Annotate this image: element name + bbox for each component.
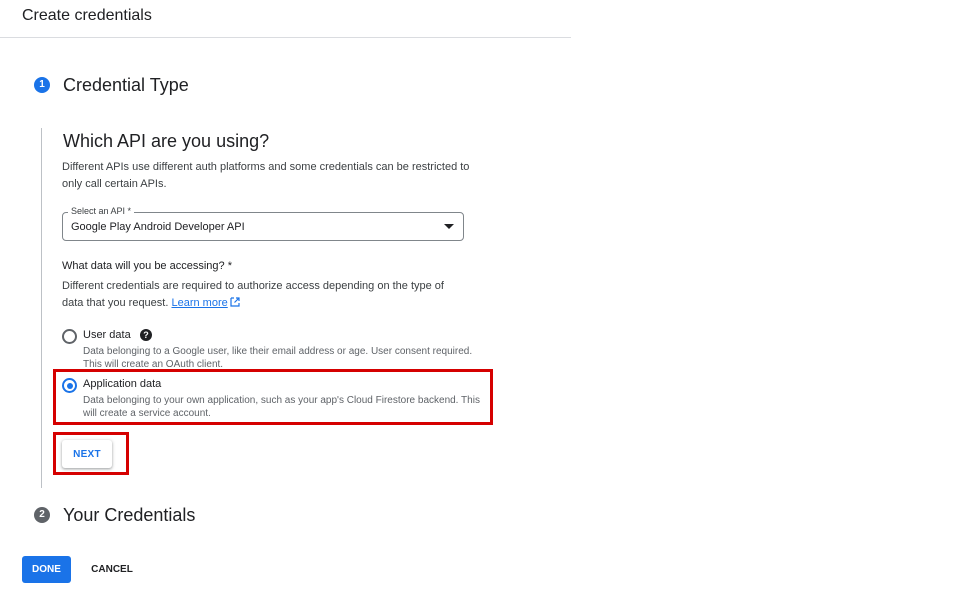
select-api-label: Select an API * bbox=[68, 206, 135, 216]
select-api-value[interactable]: Google Play Android Developer API bbox=[71, 221, 245, 233]
help-icon[interactable]: ? bbox=[140, 329, 152, 341]
user-data-label[interactable]: User data bbox=[83, 329, 131, 341]
cancel-button[interactable]: CANCEL bbox=[84, 556, 140, 583]
api-description: Different APIs use different auth platfo… bbox=[62, 161, 470, 190]
dropdown-arrow-icon[interactable] bbox=[444, 224, 454, 229]
highlight-box-next bbox=[53, 432, 129, 475]
step-1-title: Credential Type bbox=[63, 75, 189, 95]
create-credentials-panel: Create credentials 1 Credential Type Whi… bbox=[0, 0, 571, 616]
page-title: Create credentials bbox=[22, 7, 152, 24]
learn-more-link[interactable]: Learn more bbox=[171, 297, 240, 309]
step-1-number: 1 bbox=[34, 77, 50, 93]
panel-header: Create credentials bbox=[0, 0, 571, 38]
done-button[interactable]: DONE bbox=[22, 556, 71, 583]
step-2-title[interactable]: Your Credentials bbox=[63, 505, 195, 526]
data-access-description-text: Different credentials are required to au… bbox=[62, 280, 444, 309]
learn-more-label: Learn more bbox=[171, 297, 228, 309]
step-connector-line bbox=[41, 128, 42, 488]
external-link-icon bbox=[230, 297, 240, 307]
step-2-number: 2 bbox=[34, 507, 50, 523]
data-access-description: Different credentials are required to au… bbox=[62, 278, 462, 312]
user-data-radio[interactable] bbox=[62, 329, 77, 344]
user-data-description: Data belonging to a Google user, like th… bbox=[83, 346, 473, 369]
data-access-question: What data will you be accessing? * bbox=[62, 260, 232, 272]
api-question-heading: Which API are you using? bbox=[63, 131, 270, 151]
highlight-box-application-data bbox=[53, 369, 493, 425]
